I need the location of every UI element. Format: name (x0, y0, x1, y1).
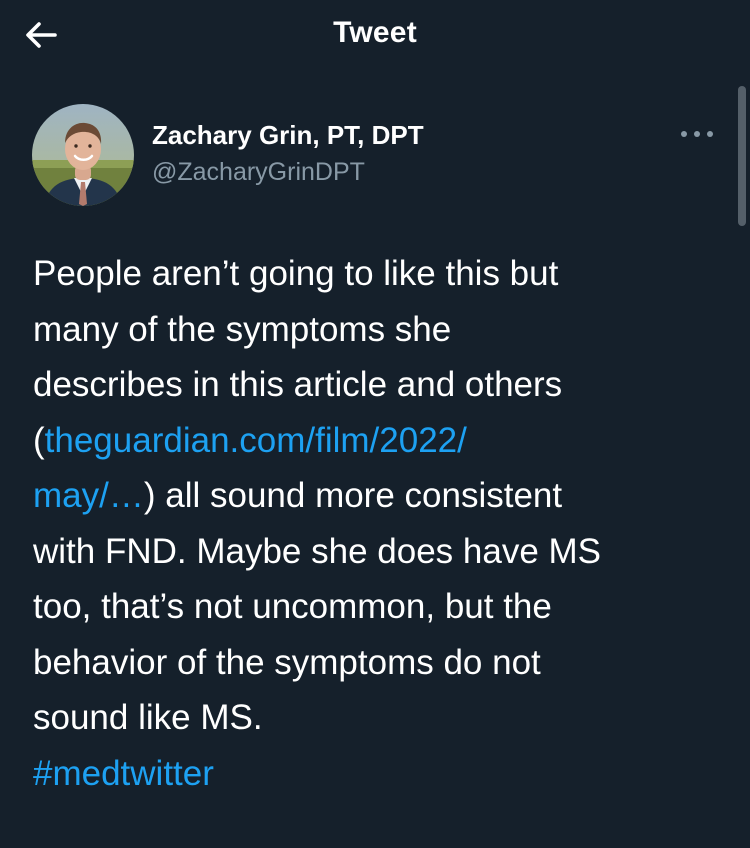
scrollbar-thumb[interactable] (738, 86, 746, 226)
tweet-line: sound like MS. (33, 698, 263, 737)
tweet-line: with FND. Maybe she does have MS (33, 531, 602, 571)
hashtag-link[interactable]: #medtwitter (33, 754, 214, 793)
more-options-button[interactable] (676, 120, 718, 148)
article-link-continued[interactable]: may/… (33, 476, 144, 515)
tweet-text: People aren’t going to like this but man… (33, 246, 723, 801)
tweet-detail: Zachary Grin, PT, DPT @ZacharyGrinDPT Pe… (0, 70, 750, 848)
article-link[interactable]: theguardian.com/film/2022/ (45, 421, 467, 460)
avatar-photo (32, 104, 134, 206)
author-avatar[interactable] (32, 104, 134, 206)
tweet-line: behavior of the symptoms do not (33, 642, 541, 682)
tweet-line: People aren’t going to like this but (33, 254, 559, 293)
tweet-line: many of the symptoms she (33, 309, 452, 349)
page-title: Tweet (333, 16, 417, 49)
author-handle[interactable]: @ZacharyGrinDPT (152, 158, 365, 187)
tweet-line: may/…) all sound more consistent (33, 468, 723, 524)
tweet-text-fragment: ) all sound more consistent (143, 476, 563, 515)
ellipsis-horizontal-icon (681, 131, 713, 137)
tweet-line: #medtwitter (33, 746, 723, 802)
tweet-line: too, that’s not uncommon, but the (33, 587, 552, 626)
tweet-text-fragment: ( (33, 420, 45, 460)
tweet-line: describes in this article and others (33, 365, 563, 404)
author-name[interactable]: Zachary Grin, PT, DPT (152, 120, 424, 151)
top-bar: Tweet (0, 0, 750, 70)
tweet-line: (theguardian.com/film/2022/ (33, 413, 723, 469)
